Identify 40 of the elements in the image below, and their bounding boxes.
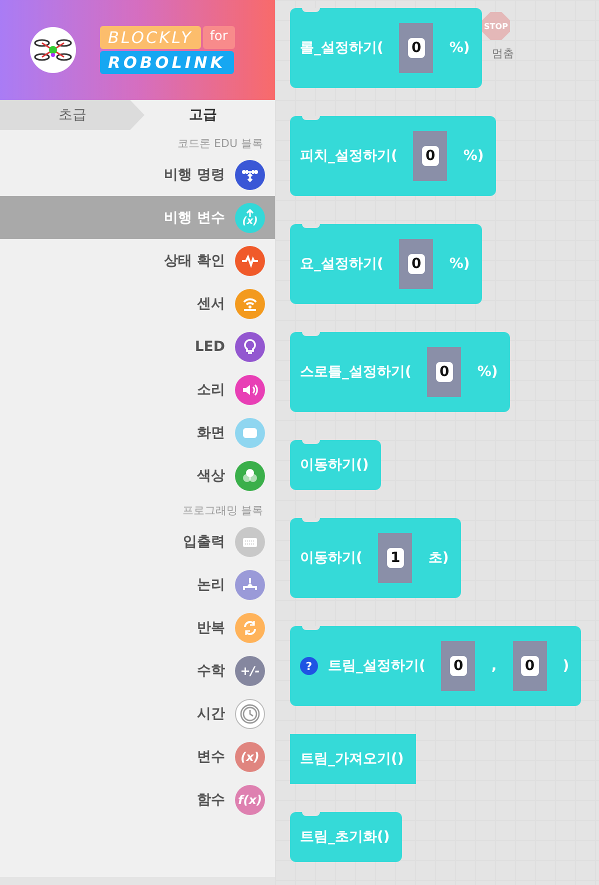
category-item[interactable]: 색상	[0, 454, 275, 497]
code-block[interactable]: ? 트림_설정하기( 0 , 0 )	[290, 626, 582, 706]
code-block[interactable]: 요_설정하기( 0 %)	[290, 224, 482, 304]
variable-icon: (x)	[235, 202, 265, 232]
math-icon: +/-	[235, 656, 265, 686]
category-item[interactable]: 상태 확인	[0, 239, 275, 282]
category-item[interactable]: 화면	[0, 411, 275, 454]
drone-icon	[30, 27, 76, 73]
logo-tag: for	[202, 26, 235, 49]
section-heading: 프로그래밍 블록	[182, 503, 264, 519]
category-item[interactable]: 반복	[0, 606, 275, 649]
category-item[interactable]: 입출력	[0, 520, 275, 563]
logo-wordmark: ROBOLINK	[100, 51, 234, 74]
number-field[interactable]: 0	[408, 254, 426, 274]
logo-wordmark: BLOCKLY	[100, 26, 201, 49]
category-item[interactable]: 소리	[0, 368, 275, 411]
code-block[interactable]: 스로틀_설정하기( 0 %)	[290, 332, 510, 412]
code-block[interactable]: 피치_설정하기( 0 %)	[290, 116, 496, 196]
category-item[interactable]: 논리	[0, 563, 275, 606]
category-item[interactable]: 수학 +/-	[0, 649, 275, 692]
category-item[interactable]: 시간	[0, 692, 275, 735]
category-item[interactable]: 비행 명령	[0, 153, 275, 196]
code-block[interactable]: 롤_설정하기( 0 %)	[290, 8, 482, 88]
category-item[interactable]: LED	[0, 325, 275, 368]
number-field[interactable]: 1	[386, 548, 404, 568]
help-icon[interactable]: ?	[300, 657, 318, 675]
variable-icon: (x)	[235, 742, 265, 772]
number-field[interactable]: 0	[408, 38, 426, 58]
stop-sign-icon: STOP	[482, 12, 510, 40]
level-tab[interactable]: 초급	[0, 100, 144, 130]
function-icon: f(x)	[235, 784, 265, 814]
category-item[interactable]: 함수 f(x)	[0, 778, 275, 821]
number-field[interactable]: 0	[450, 656, 468, 676]
number-field[interactable]: 0	[436, 362, 454, 382]
number-field[interactable]: 0	[520, 656, 539, 676]
code-block[interactable]: 이동하기( 1 초)	[290, 518, 461, 598]
category-item[interactable]: 변수 (x)	[0, 735, 275, 778]
section-heading: 코드론 EDU 블록	[176, 136, 264, 152]
category-item[interactable]: 센서	[0, 282, 275, 325]
number-field[interactable]: 0	[422, 146, 440, 166]
